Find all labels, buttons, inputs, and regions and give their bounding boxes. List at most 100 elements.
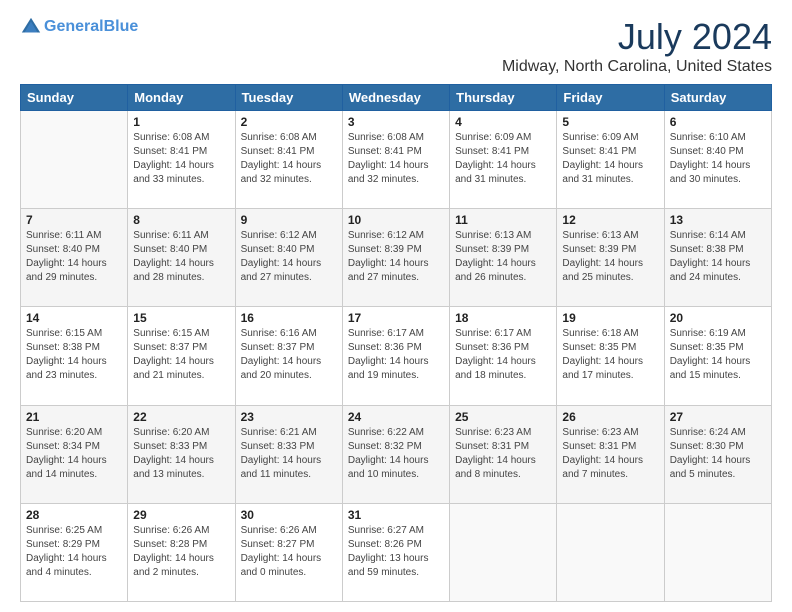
day-number: 26 — [562, 410, 658, 424]
calendar-cell: 18Sunrise: 6:17 AM Sunset: 8:36 PM Dayli… — [450, 307, 557, 405]
day-number: 12 — [562, 213, 658, 227]
calendar-cell: 3 Sunrise: 6:08 AM Sunset: 8:41 PM Daylig… — [342, 111, 449, 209]
weekday-header-row: SundayMondayTuesdayWednesdayThursdayFrid… — [21, 85, 772, 111]
day-info: Sunrise: 6:17 AM Sunset: 8:36 PM Dayligh… — [348, 327, 444, 383]
weekday-header-tuesday: Tuesday — [235, 85, 342, 111]
day-number: 15 — [133, 311, 229, 325]
day-info: Sunrise: 6:21 AM Sunset: 8:33 PM Dayligh… — [241, 426, 337, 482]
day-info: Sunrise: 6:13 AM Sunset: 8:39 PM Dayligh… — [455, 229, 551, 285]
day-number: 13 — [670, 213, 766, 227]
day-info: Sunrise: 6:09 AM Sunset: 8:41 PM Dayligh… — [562, 131, 658, 187]
calendar-cell: 19Sunrise: 6:18 AM Sunset: 8:35 PM Dayli… — [557, 307, 664, 405]
main-title: July 2024 — [502, 16, 772, 58]
calendar-cell: 14 Sunrise: 6:15 AM Sunset: 8:38 PM Dayli… — [21, 307, 128, 405]
subtitle: Midway, North Carolina, United States — [502, 58, 772, 76]
day-info: Sunrise: 6:27 AM Sunset: 8:26 PM Dayligh… — [348, 524, 444, 580]
calendar-cell — [664, 503, 771, 601]
logo-icon — [20, 16, 42, 38]
calendar-cell: 24 Sunrise: 6:22 AM Sunset: 8:32 PM Dayli… — [342, 405, 449, 503]
weekday-header-monday: Monday — [128, 85, 235, 111]
calendar-cell: 25 Sunrise: 6:23 AM Sunset: 8:31 PM Dayli… — [450, 405, 557, 503]
day-number: 27 — [670, 410, 766, 424]
day-info: Sunrise: 6:23 AM Sunset: 8:31 PM Dayligh… — [562, 426, 658, 482]
day-info: Sunrise: 6:15 AM Sunset: 8:38 PM Dayligh… — [26, 327, 122, 383]
day-info: Sunrise: 6:20 AM Sunset: 8:33 PM Dayligh… — [133, 426, 229, 482]
calendar-header: SundayMondayTuesdayWednesdayThursdayFrid… — [21, 85, 772, 111]
day-number: 1 — [133, 115, 229, 129]
logo: GeneralBlue — [20, 16, 138, 38]
day-info: Sunrise: 6:08 AM Sunset: 8:41 PM Dayligh… — [348, 131, 444, 187]
calendar-cell — [450, 503, 557, 601]
day-number: 20 — [670, 311, 766, 325]
calendar-cell: 13 Sunrise: 6:14 AM Sunset: 8:38 PM Dayli… — [664, 209, 771, 307]
calendar-week-row: 7 Sunrise: 6:11 AM Sunset: 8:40 PM Daylig… — [21, 209, 772, 307]
day-number: 6 — [670, 115, 766, 129]
day-number: 28 — [26, 508, 122, 522]
logo-text: GeneralBlue — [44, 17, 138, 36]
calendar-week-row: 14 Sunrise: 6:15 AM Sunset: 8:38 PM Dayli… — [21, 307, 772, 405]
day-info: Sunrise: 6:26 AM Sunset: 8:27 PM Dayligh… — [241, 524, 337, 580]
day-number: 31 — [348, 508, 444, 522]
day-info: Sunrise: 6:16 AM Sunset: 8:37 PM Dayligh… — [241, 327, 337, 383]
weekday-header-saturday: Saturday — [664, 85, 771, 111]
day-info: Sunrise: 6:11 AM Sunset: 8:40 PM Dayligh… — [26, 229, 122, 285]
day-info: Sunrise: 6:22 AM Sunset: 8:32 PM Dayligh… — [348, 426, 444, 482]
day-number: 11 — [455, 213, 551, 227]
calendar-cell: 23 Sunrise: 6:21 AM Sunset: 8:33 PM Dayli… — [235, 405, 342, 503]
calendar-table: SundayMondayTuesdayWednesdayThursdayFrid… — [20, 84, 772, 602]
calendar-cell: 7 Sunrise: 6:11 AM Sunset: 8:40 PM Daylig… — [21, 209, 128, 307]
day-info: Sunrise: 6:12 AM Sunset: 8:39 PM Dayligh… — [348, 229, 444, 285]
calendar-cell: 22 Sunrise: 6:20 AM Sunset: 8:33 PM Dayli… — [128, 405, 235, 503]
day-number: 22 — [133, 410, 229, 424]
day-info: Sunrise: 6:17 AM Sunset: 8:36 PM Dayligh… — [455, 327, 551, 383]
day-number: 9 — [241, 213, 337, 227]
day-number: 8 — [133, 213, 229, 227]
calendar-cell: 21Sunrise: 6:20 AM Sunset: 8:34 PM Dayli… — [21, 405, 128, 503]
calendar-cell — [21, 111, 128, 209]
day-number: 25 — [455, 410, 551, 424]
day-info: Sunrise: 6:08 AM Sunset: 8:41 PM Dayligh… — [241, 131, 337, 187]
day-info: Sunrise: 6:24 AM Sunset: 8:30 PM Dayligh… — [670, 426, 766, 482]
day-info: Sunrise: 6:23 AM Sunset: 8:31 PM Dayligh… — [455, 426, 551, 482]
calendar-cell: 16 Sunrise: 6:16 AM Sunset: 8:37 PM Dayli… — [235, 307, 342, 405]
calendar-cell: 1 Sunrise: 6:08 AM Sunset: 8:41 PM Daylig… — [128, 111, 235, 209]
calendar-cell: 6 Sunrise: 6:10 AM Sunset: 8:40 PM Daylig… — [664, 111, 771, 209]
day-info: Sunrise: 6:11 AM Sunset: 8:40 PM Dayligh… — [133, 229, 229, 285]
calendar-cell: 15Sunrise: 6:15 AM Sunset: 8:37 PM Dayli… — [128, 307, 235, 405]
weekday-header-sunday: Sunday — [21, 85, 128, 111]
calendar-week-row: 1 Sunrise: 6:08 AM Sunset: 8:41 PM Daylig… — [21, 111, 772, 209]
day-info: Sunrise: 6:14 AM Sunset: 8:38 PM Dayligh… — [670, 229, 766, 285]
day-info: Sunrise: 6:25 AM Sunset: 8:29 PM Dayligh… — [26, 524, 122, 580]
day-number: 16 — [241, 311, 337, 325]
day-number: 7 — [26, 213, 122, 227]
calendar-cell: 4Sunrise: 6:09 AM Sunset: 8:41 PM Daylig… — [450, 111, 557, 209]
calendar-cell: 26 Sunrise: 6:23 AM Sunset: 8:31 PM Dayli… — [557, 405, 664, 503]
day-number: 14 — [26, 311, 122, 325]
day-info: Sunrise: 6:18 AM Sunset: 8:35 PM Dayligh… — [562, 327, 658, 383]
day-number: 10 — [348, 213, 444, 227]
calendar-cell: 17Sunrise: 6:17 AM Sunset: 8:36 PM Dayli… — [342, 307, 449, 405]
calendar-cell — [557, 503, 664, 601]
page: GeneralBlue July 2024 Midway, North Caro… — [0, 0, 792, 612]
calendar-cell: 28 Sunrise: 6:25 AM Sunset: 8:29 PM Dayli… — [21, 503, 128, 601]
calendar-cell: 20 Sunrise: 6:19 AM Sunset: 8:35 PM Dayli… — [664, 307, 771, 405]
calendar-cell: 9Sunrise: 6:12 AM Sunset: 8:40 PM Daylig… — [235, 209, 342, 307]
logo-line2: Blue — [104, 18, 139, 35]
weekday-header-wednesday: Wednesday — [342, 85, 449, 111]
title-area: July 2024 Midway, North Carolina, United… — [502, 16, 772, 76]
day-number: 23 — [241, 410, 337, 424]
calendar-cell: 27 Sunrise: 6:24 AM Sunset: 8:30 PM Dayli… — [664, 405, 771, 503]
calendar-cell: 10 Sunrise: 6:12 AM Sunset: 8:39 PM Dayli… — [342, 209, 449, 307]
day-info: Sunrise: 6:10 AM Sunset: 8:40 PM Dayligh… — [670, 131, 766, 187]
day-number: 4 — [455, 115, 551, 129]
day-number: 24 — [348, 410, 444, 424]
day-number: 21 — [26, 410, 122, 424]
weekday-header-thursday: Thursday — [450, 85, 557, 111]
logo-line1: General — [44, 18, 104, 35]
day-info: Sunrise: 6:08 AM Sunset: 8:41 PM Dayligh… — [133, 131, 229, 187]
calendar-cell: 30 Sunrise: 6:26 AM Sunset: 8:27 PM Dayli… — [235, 503, 342, 601]
day-number: 30 — [241, 508, 337, 522]
day-number: 29 — [133, 508, 229, 522]
day-info: Sunrise: 6:19 AM Sunset: 8:35 PM Dayligh… — [670, 327, 766, 383]
day-number: 3 — [348, 115, 444, 129]
